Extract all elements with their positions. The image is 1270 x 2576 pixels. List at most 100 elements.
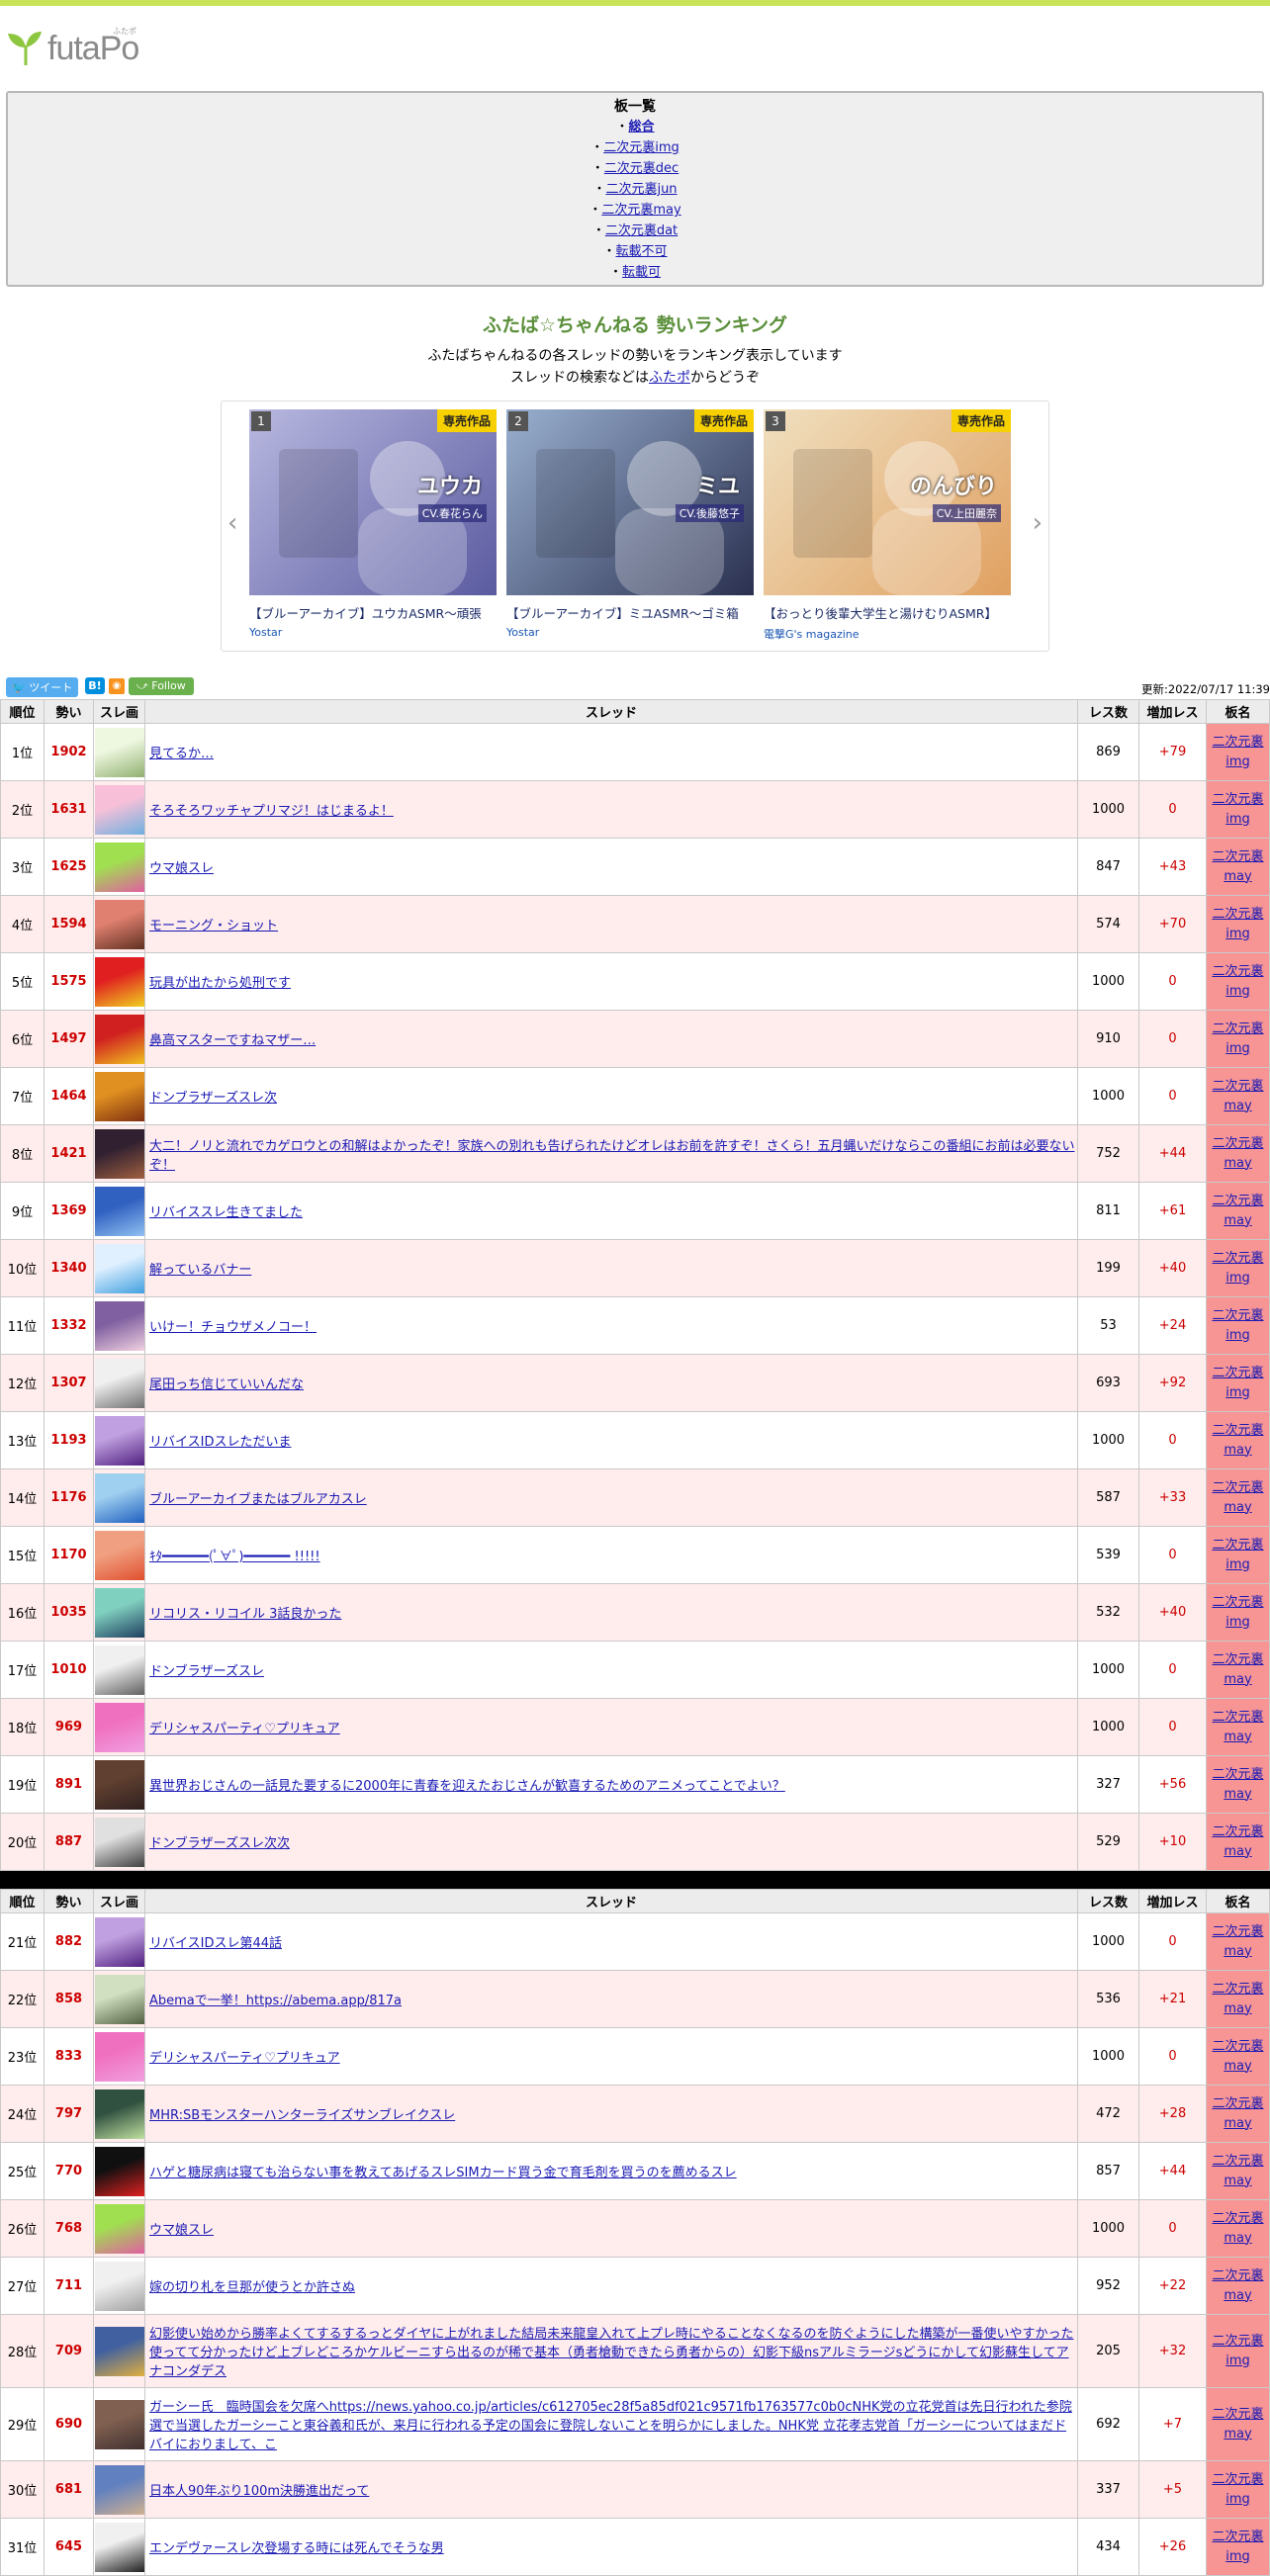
thread-title-link[interactable]: リバイスIDスレ第44話	[149, 1936, 282, 1951]
board-name-link[interactable]: 二次元裏may	[1212, 1824, 1263, 1859]
thread-thumbnail[interactable]	[95, 727, 144, 777]
thread-thumbnail-cell[interactable]	[93, 1970, 145, 2028]
board-name-link[interactable]: 二次元裏may	[1212, 1652, 1263, 1687]
thread-thumbnail[interactable]	[95, 1358, 144, 1408]
board-name-link[interactable]: 二次元裏img	[1212, 1022, 1263, 1056]
tweet-button[interactable]: 🐦 ツイート	[6, 677, 79, 697]
thread-thumbnail[interactable]	[95, 1759, 144, 1810]
product-title[interactable]: 【ブルーアーカイブ】ミユASMR～ゴミ箱	[506, 603, 754, 622]
board-name-link[interactable]: 二次元裏may	[1212, 2039, 1263, 2074]
thread-thumbnail-cell[interactable]	[93, 1641, 145, 1699]
thread-title-link[interactable]: ウマ娘スレ	[149, 861, 214, 876]
board-name-link[interactable]: 二次元裏may	[1212, 1767, 1263, 1802]
thread-title-link[interactable]: リバイスIDスレただいま	[149, 1435, 291, 1450]
thread-thumbnail-cell[interactable]	[93, 1296, 145, 1355]
thread-thumbnail[interactable]	[95, 1817, 144, 1867]
thread-title-link[interactable]: ドンブラザーズスレ	[149, 1664, 264, 1679]
site-logo[interactable]: futaPo ふたポ	[6, 24, 154, 73]
thread-thumbnail-cell[interactable]	[93, 1067, 145, 1125]
thread-thumbnail[interactable]	[95, 1186, 144, 1236]
thread-thumbnail-cell[interactable]	[93, 1124, 145, 1183]
thread-thumbnail-cell[interactable]	[93, 2314, 145, 2388]
thread-title-link[interactable]: 幻影使い始めから勝率よくてするするっとダイヤに上がれました結局未来龍皇入れて上プ…	[149, 2327, 1073, 2379]
board-link[interactable]: 転載不可	[616, 244, 668, 259]
thread-thumbnail[interactable]	[95, 1128, 144, 1179]
board-name-link[interactable]: 二次元裏may	[1212, 1710, 1263, 1744]
board-name-link[interactable]: 二次元裏img	[1212, 907, 1263, 941]
product-title[interactable]: 【ブルーアーカイブ】ユウカASMR～頑張	[249, 603, 497, 622]
product-title[interactable]: 【おっとり後輩大学生と湯けむりASMR】	[764, 603, 1011, 622]
thread-thumbnail[interactable]	[95, 899, 144, 949]
board-link[interactable]: 総合	[629, 120, 655, 134]
thread-thumbnail[interactable]	[95, 2261, 144, 2311]
hatena-bookmark-button[interactable]: B!	[85, 677, 105, 694]
board-name-link[interactable]: 二次元裏may	[1212, 849, 1263, 884]
thread-title-link[interactable]: 解っているバナー	[149, 1263, 251, 1278]
board-name-link[interactable]: 二次元裏may	[1212, 1480, 1263, 1515]
thread-title-link[interactable]: リコリス・リコイル 3話良かった	[149, 1607, 341, 1622]
thread-title-link[interactable]: ドンブラザーズスレ次	[149, 1091, 277, 1106]
thread-thumbnail-cell[interactable]	[93, 1354, 145, 1412]
thread-thumbnail[interactable]	[95, 842, 144, 892]
thread-title-link[interactable]: 日本人90年ぶり100m決勝進出だって	[149, 2484, 369, 2499]
thread-title-link[interactable]: ｷﾀ━━━━━━(ﾟ∀ﾟ)━━━━━━ !!!!!	[149, 1550, 320, 1564]
board-name-link[interactable]: 二次元裏img	[1212, 2472, 1263, 2507]
thread-thumbnail-cell[interactable]	[93, 780, 145, 839]
thread-thumbnail-cell[interactable]	[93, 1813, 145, 1871]
thread-thumbnail-cell[interactable]	[93, 2199, 145, 2258]
thread-thumbnail[interactable]	[95, 2522, 144, 2572]
thread-thumbnail[interactable]	[95, 1644, 144, 1695]
product-maker[interactable]: Yostar	[249, 626, 497, 639]
board-link[interactable]: 転載可	[622, 265, 661, 280]
thread-thumbnail[interactable]	[95, 1974, 144, 2024]
thread-title-link[interactable]: 玩具が出たから処刑です	[149, 976, 291, 991]
thread-title-link[interactable]: そろそろワッチャプリマジ！はじまるよ！	[149, 804, 394, 819]
thread-title-link[interactable]: ウマ娘スレ	[149, 2223, 214, 2238]
thread-thumbnail[interactable]	[95, 2088, 144, 2139]
board-name-link[interactable]: 二次元裏may	[1212, 1136, 1263, 1171]
thread-title-link[interactable]: いけー！チョウザメノコー！	[149, 1320, 317, 1335]
thread-thumbnail-cell[interactable]	[93, 2085, 145, 2143]
board-link[interactable]: 二次元裏img	[603, 140, 680, 155]
product-thumbnail[interactable]: 1 専売作品 ユウカ CV.春花らん	[249, 409, 497, 595]
thread-thumbnail-cell[interactable]	[93, 2387, 145, 2461]
product-card[interactable]: 2 専売作品 ミユ CV.後藤悠子 【ブルーアーカイブ】ミユASMR～ゴミ箱 Yostar	[506, 409, 754, 647]
thread-title-link[interactable]: ハゲと糖尿病は寝ても治らない事を教えてあげるスレSIMカード買う金で育毛剤を買う…	[149, 2166, 737, 2180]
thread-title-link[interactable]: ブルーアーカイブまたはブルアカスレ	[149, 1492, 367, 1507]
thread-thumbnail[interactable]	[95, 2399, 144, 2449]
board-name-link[interactable]: 二次元裏img	[1212, 2334, 1263, 2368]
thread-thumbnail-cell[interactable]	[93, 1698, 145, 1756]
board-name-link[interactable]: 二次元裏img	[1212, 735, 1263, 769]
board-name-link[interactable]: 二次元裏img	[1212, 2530, 1263, 2564]
thread-title-link[interactable]: MHR:SBモンスターハンターライズサンブレイクスレ	[149, 2108, 455, 2123]
thread-thumbnail-cell[interactable]	[93, 1411, 145, 1469]
thread-title-link[interactable]: デリシャスパーティ♡プリキュア	[149, 1722, 340, 1736]
board-name-link[interactable]: 二次元裏img	[1212, 1251, 1263, 1286]
thread-thumbnail-cell[interactable]	[93, 2142, 145, 2200]
board-name-link[interactable]: 二次元裏img	[1212, 792, 1263, 827]
thread-title-link[interactable]: 大二！ノリと流れでカゲロウとの和解はよかったぞ！家族への別れも告げられたけどオレ…	[149, 1139, 1074, 1173]
board-name-link[interactable]: 二次元裏may	[1212, 1079, 1263, 1113]
board-link[interactable]: 二次元裏dec	[604, 161, 679, 176]
board-name-link[interactable]: 二次元裏img	[1212, 1366, 1263, 1400]
carousel-next-icon[interactable]: ›	[1033, 508, 1043, 538]
thread-thumbnail[interactable]	[95, 2031, 144, 2082]
board-name-link[interactable]: 二次元裏may	[1212, 2268, 1263, 2303]
thread-thumbnail-cell[interactable]	[93, 1912, 145, 1971]
thread-thumbnail-cell[interactable]	[93, 2027, 145, 2086]
board-link[interactable]: 二次元裏jun	[605, 182, 677, 197]
thread-thumbnail[interactable]	[95, 956, 144, 1007]
thread-thumbnail[interactable]	[95, 1702, 144, 1752]
board-name-link[interactable]: 二次元裏may	[1212, 2154, 1263, 2188]
thread-thumbnail-cell[interactable]	[93, 1239, 145, 1297]
futapo-link[interactable]: ふたポ	[649, 370, 690, 386]
thread-thumbnail-cell[interactable]	[93, 1526, 145, 1584]
thread-title-link[interactable]: リバイススレ生きてました	[149, 1205, 303, 1220]
thread-title-link[interactable]: 尾田っち信じていいんだな	[149, 1377, 304, 1392]
thread-title-link[interactable]: 異世界おじさんの一話見た要するに2000年に青春を迎えたおじさんが歓喜するための…	[149, 1779, 785, 1794]
thread-thumbnail-cell[interactable]	[93, 1583, 145, 1642]
product-card[interactable]: 3 専売作品 のんびり CV.上田麗奈 【おっとり後輩大学生と湯けむりASMR】 電撃G'…	[764, 409, 1011, 647]
thread-thumbnail[interactable]	[95, 1014, 144, 1064]
thread-title-link[interactable]: デリシャスパーティ♡プリキュア	[149, 2051, 340, 2066]
thread-thumbnail-cell[interactable]	[93, 838, 145, 896]
